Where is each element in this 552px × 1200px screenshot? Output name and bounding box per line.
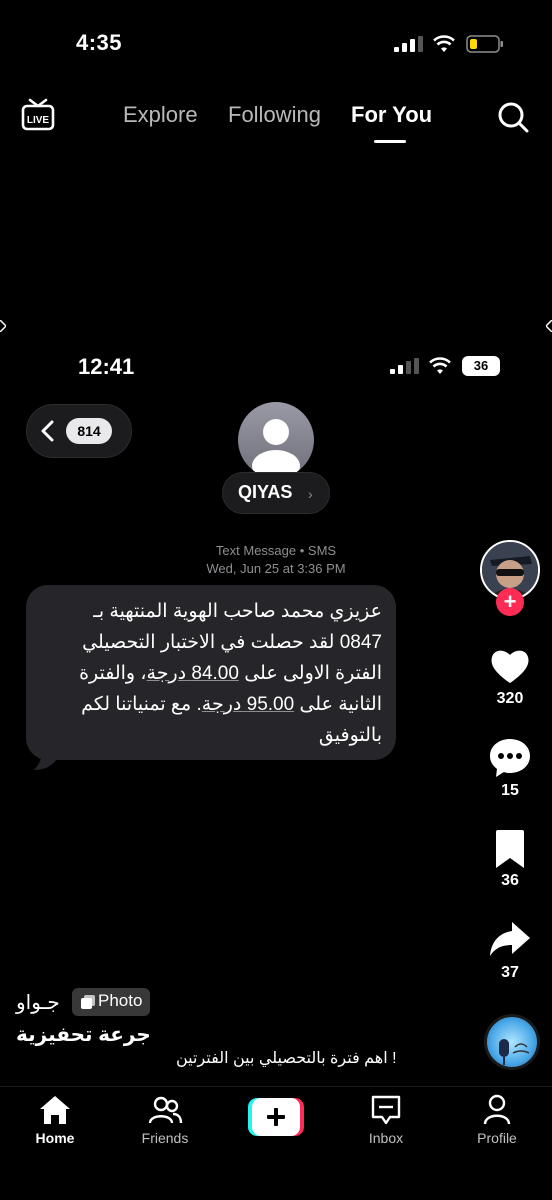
live-icon[interactable]: LIVE bbox=[20, 98, 56, 132]
tab-for-you[interactable]: For You bbox=[351, 102, 432, 128]
heart-icon[interactable] bbox=[488, 644, 532, 688]
tab-inbox[interactable]: Inbox bbox=[351, 1094, 421, 1146]
contact-name: QIYAS bbox=[238, 482, 293, 502]
back-chevron-icon bbox=[41, 420, 54, 442]
caption-username[interactable]: جـواو bbox=[16, 990, 60, 1015]
sound-cover-image bbox=[499, 1039, 530, 1065]
tab-home-label: Home bbox=[35, 1130, 75, 1146]
message-line: 0847 لقد حصلت في الاختبار التحصيلي bbox=[82, 632, 382, 653]
home-icon bbox=[40, 1096, 70, 1124]
cellular-signal-icon bbox=[394, 36, 423, 52]
message-type: Text Message • SMS bbox=[215, 543, 337, 558]
bookmark-icon[interactable] bbox=[488, 828, 532, 872]
score-first-period: 84.00 درجة bbox=[146, 663, 239, 684]
comment-icon[interactable] bbox=[488, 736, 532, 780]
tab-home[interactable]: Home bbox=[20, 1094, 90, 1146]
message-line: الفترة الاولى على 84.00 درجة، والفترة bbox=[79, 663, 382, 684]
caption-description: اهم فترة بالتحصيلي بين الفترتين ! bbox=[176, 1050, 397, 1067]
message-text: عزيزي محمد صاحب الهوية المنتهية بـ 0847 … bbox=[40, 596, 382, 751]
edge-left-chevron-icon bbox=[0, 320, 6, 332]
create-plus-button[interactable] bbox=[248, 1098, 304, 1136]
like-count: 320 bbox=[496, 690, 524, 707]
photo-badge-label: Photo bbox=[98, 991, 143, 1010]
friends-icon bbox=[148, 1096, 183, 1124]
active-tab-indicator bbox=[374, 140, 406, 143]
share-count: 37 bbox=[501, 964, 519, 981]
svg-text:LIVE: LIVE bbox=[27, 115, 50, 126]
tab-following[interactable]: Following bbox=[228, 102, 321, 128]
contact-avatar bbox=[238, 402, 314, 478]
message-line: عزيزي محمد صاحب الهوية المنتهية بـ bbox=[93, 601, 382, 622]
post-wifi-icon bbox=[429, 357, 451, 374]
profile-icon bbox=[483, 1094, 511, 1125]
photo-icon bbox=[81, 995, 95, 1009]
post-status-time: 12:41 bbox=[78, 354, 135, 379]
message-line: بالتوفيق bbox=[318, 725, 382, 746]
message-meta: Text Message • SMS Wed, Jun 25 at 3:36 P… bbox=[196, 542, 356, 578]
post-cellular-signal-icon bbox=[390, 358, 419, 374]
battery-low-icon bbox=[466, 35, 503, 53]
unread-count-badge: 814 bbox=[66, 418, 112, 444]
tab-explore[interactable]: Explore bbox=[123, 102, 198, 128]
score-second-period: 95.00 درجة bbox=[201, 694, 295, 715]
edge-right-chevron-icon bbox=[546, 320, 552, 332]
caption-title: جرعة تحفيزية bbox=[16, 1024, 151, 1046]
person-icon bbox=[252, 419, 300, 478]
tab-profile[interactable]: Profile bbox=[462, 1094, 532, 1146]
share-icon[interactable] bbox=[488, 918, 532, 962]
tab-friends[interactable]: Friends bbox=[130, 1094, 200, 1146]
message-timestamp: Wed, Jun 25 at 3:36 PM bbox=[206, 561, 346, 576]
tab-inbox-label: Inbox bbox=[368, 1130, 404, 1146]
inbox-icon bbox=[371, 1095, 401, 1125]
wifi-icon bbox=[433, 35, 455, 52]
tab-friends-label: Friends bbox=[141, 1130, 189, 1146]
tab-profile-label: Profile bbox=[477, 1130, 517, 1146]
comment-count: 15 bbox=[501, 782, 519, 799]
music-disc[interactable] bbox=[484, 1014, 540, 1070]
save-count: 36 bbox=[501, 872, 519, 889]
chevron-right-icon: › bbox=[308, 486, 313, 502]
search-icon[interactable] bbox=[496, 100, 530, 134]
status-time: 4:35 bbox=[76, 30, 123, 55]
message-line: الثانية على 95.00 درجة. مع تمنياتنا لكم bbox=[81, 694, 382, 715]
follow-plus-button[interactable]: + bbox=[496, 588, 524, 616]
post-battery-level: 36 bbox=[462, 356, 500, 376]
